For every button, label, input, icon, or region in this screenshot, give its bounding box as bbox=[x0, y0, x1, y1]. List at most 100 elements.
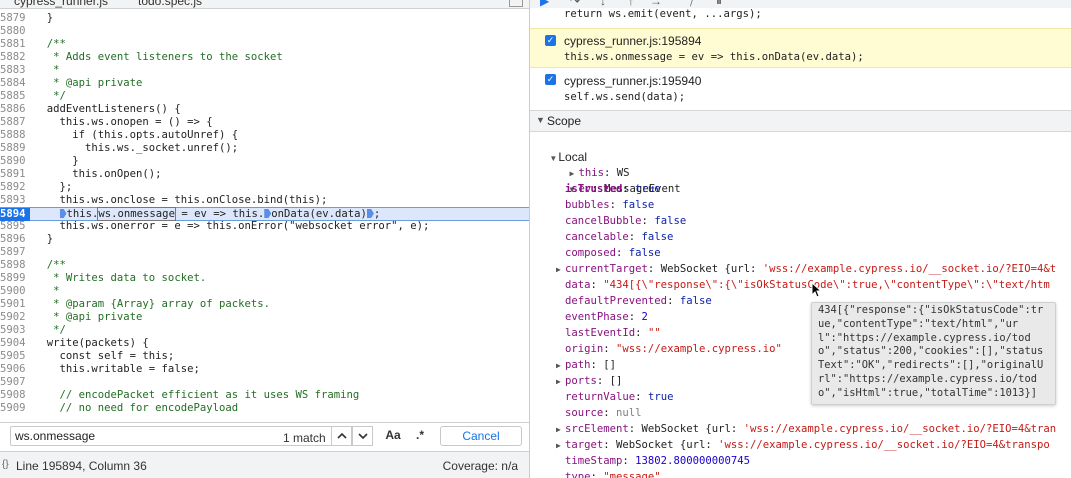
scope-property-row[interactable]: cancelBubble: false bbox=[556, 213, 686, 229]
scope-property-row[interactable]: type: "message" bbox=[556, 469, 661, 478]
line-number[interactable]: 5902 bbox=[0, 311, 30, 324]
code-line[interactable]: 5895 this.ws.onerror = e => this.onError… bbox=[0, 220, 529, 233]
code-line[interactable]: 5890 } bbox=[0, 155, 529, 168]
code-line[interactable]: 5886 addEventListeners() { bbox=[0, 103, 529, 116]
deactivate-breakpoints-icon[interactable]: ⧸ bbox=[690, 0, 694, 8]
code-line[interactable]: 5885 */ bbox=[0, 90, 529, 103]
toggle-sidebar-icon[interactable] bbox=[509, 0, 523, 7]
line-number[interactable]: 5896 bbox=[0, 233, 30, 246]
previous-match-button[interactable] bbox=[331, 426, 352, 446]
line-number[interactable]: 5904 bbox=[0, 337, 30, 350]
scope-property-row[interactable]: lastEventId: "" bbox=[556, 325, 661, 341]
scope-property-row[interactable]: eventPhase: 2 bbox=[556, 309, 648, 325]
code-line[interactable]: 5904 write(packets) { bbox=[0, 337, 529, 350]
line-number[interactable]: 5879 bbox=[0, 12, 30, 25]
code-line[interactable]: 5891 this.onOpen(); bbox=[0, 168, 529, 181]
line-number[interactable]: 5907 bbox=[0, 376, 30, 389]
code-line[interactable]: 5897 bbox=[0, 246, 529, 259]
tab-todo-spec[interactable]: todo.spec.js bbox=[138, 0, 202, 8]
scope-property-row[interactable]: data: "434[{\"response\":{\"isOkStatusCo… bbox=[556, 277, 1050, 293]
breakpoint-checkbox[interactable]: ✓ bbox=[545, 35, 556, 46]
step-into-icon[interactable]: ↓ bbox=[600, 0, 606, 8]
code-line[interactable]: 5901 * @param {Array} array of packets. bbox=[0, 298, 529, 311]
scope-property-row[interactable]: ▶ srcElement: WebSocket {url: 'wss://exam… bbox=[556, 421, 1056, 437]
code-line[interactable]: 5905 const self = this; bbox=[0, 350, 529, 363]
step-icon[interactable]: → bbox=[650, 0, 662, 8]
breakpoint-item-hit[interactable]: ✓ cypress_runner.js:195894 this.ws.onmes… bbox=[530, 28, 1071, 68]
scope-local[interactable]: ▼Local bbox=[536, 133, 587, 164]
breakpoint-item[interactable]: ✓ cypress_runner.js:195940 self.ws.send(… bbox=[530, 68, 1071, 108]
scope-property-row[interactable]: returnValue: true bbox=[556, 389, 673, 405]
scope-ev[interactable]: ▼ ev: MessageEvent bbox=[544, 165, 681, 195]
code-line[interactable]: 5903 */ bbox=[0, 324, 529, 337]
scope-property-row[interactable]: timeStamp: 13802.800000000745 bbox=[556, 453, 750, 469]
code-line[interactable]: 5887 this.ws.onopen = () => { bbox=[0, 116, 529, 129]
code-line[interactable]: 5893 this.ws.onclose = this.onClose.bind… bbox=[0, 194, 529, 207]
inline-breakpoint-icon[interactable] bbox=[366, 209, 374, 218]
pretty-print-icon[interactable]: {} bbox=[2, 459, 9, 470]
code-line[interactable]: 5907 bbox=[0, 376, 529, 389]
code-line[interactable]: 5884 * @api private bbox=[0, 77, 529, 90]
code-line[interactable]: 5900 * bbox=[0, 285, 529, 298]
current-code-line[interactable]: 5894 this.ws.onmessage = ev => this. onDa… bbox=[0, 207, 529, 221]
code-line[interactable]: 5879 } bbox=[0, 12, 529, 25]
line-number[interactable]: 5886 bbox=[0, 103, 30, 116]
step-over-icon[interactable]: ↷ bbox=[570, 0, 580, 8]
line-number[interactable]: 5901 bbox=[0, 298, 30, 311]
breakpoint-location[interactable]: cypress_runner.js:195894 bbox=[564, 34, 701, 48]
code-line[interactable]: 5883 * bbox=[0, 64, 529, 77]
code-line[interactable]: 5908 // encodePacket efficient as it use… bbox=[0, 389, 529, 402]
line-number[interactable]: 5888 bbox=[0, 129, 30, 142]
code-line[interactable]: 5899 * Writes data to socket. bbox=[0, 272, 529, 285]
code-line[interactable]: 5892 }; bbox=[0, 181, 529, 194]
step-out-icon[interactable]: ↑ bbox=[628, 0, 634, 8]
scope-this[interactable]: ▶ this: WS bbox=[544, 149, 630, 179]
code-line[interactable]: 5896 } bbox=[0, 233, 529, 246]
line-number[interactable]: 5897 bbox=[0, 246, 30, 259]
line-number[interactable]: 5909 bbox=[0, 402, 30, 415]
scope-property-row[interactable]: ▶ path: [] bbox=[556, 357, 616, 373]
line-number[interactable]: 5880 bbox=[0, 25, 30, 38]
code-line[interactable]: 5888 if (this.opts.autoUnref) { bbox=[0, 129, 529, 142]
inline-breakpoint-icon[interactable] bbox=[59, 209, 67, 218]
scope-property-row[interactable]: ▶ currentTarget: WebSocket {url: 'wss://e… bbox=[556, 261, 1056, 277]
line-number[interactable]: 5882 bbox=[0, 51, 30, 64]
breakpoint-checkbox[interactable]: ✓ bbox=[545, 74, 556, 85]
scope-property-row[interactable]: source: null bbox=[556, 405, 642, 421]
line-number[interactable]: 5881 bbox=[0, 38, 30, 51]
code-view[interactable]: 5879 } 5880 5881 /** 5882 * Adds event list… bbox=[0, 8, 529, 422]
line-number[interactable]: 5898 bbox=[0, 259, 30, 272]
cancel-search-button[interactable]: Cancel bbox=[440, 426, 522, 446]
line-number[interactable]: 5905 bbox=[0, 350, 30, 363]
scope-property-row[interactable]: ▶ ports: [] bbox=[556, 373, 622, 389]
scope-property-row[interactable]: cancelable: false bbox=[556, 229, 673, 245]
match-case-button[interactable]: Aa bbox=[383, 426, 403, 446]
line-number[interactable]: 5908 bbox=[0, 389, 30, 402]
line-number[interactable]: 5891 bbox=[0, 168, 30, 181]
line-number[interactable]: 5893 bbox=[0, 194, 30, 207]
pause-on-exceptions-icon[interactable]: ⏸ bbox=[716, 0, 722, 8]
regex-button[interactable]: .* bbox=[410, 426, 430, 446]
code-line[interactable]: 5882 * Adds event listeners to the socke… bbox=[0, 51, 529, 64]
code-line[interactable]: 5880 bbox=[0, 25, 529, 38]
code-line[interactable]: 5889 this.ws._socket.unref(); bbox=[0, 142, 529, 155]
scope-property-row[interactable]: isTrusted: true bbox=[556, 181, 661, 197]
scope-property-row[interactable]: defaultPrevented: false bbox=[556, 293, 712, 309]
code-line[interactable]: 5902 * @api private bbox=[0, 311, 529, 324]
scope-property-row[interactable]: ▶ target: WebSocket {url: 'wss://example.… bbox=[556, 437, 1050, 453]
code-line[interactable]: 5906 this.writable = false; bbox=[0, 363, 529, 376]
code-line[interactable]: 5881 /** bbox=[0, 38, 529, 51]
code-line[interactable]: 5909 // no need for encodePayload bbox=[0, 402, 529, 415]
line-number[interactable]: 5892 bbox=[0, 181, 30, 194]
code-line[interactable]: 5898 /** bbox=[0, 259, 529, 272]
line-number[interactable]: 5883 bbox=[0, 64, 30, 77]
scope-property-row[interactable]: bubbles: false bbox=[556, 197, 654, 213]
next-match-button[interactable] bbox=[352, 426, 373, 446]
line-number[interactable]: 5903 bbox=[0, 324, 30, 337]
breakpoint-location[interactable]: cypress_runner.js:195940 bbox=[564, 74, 701, 88]
line-number[interactable]: 5887 bbox=[0, 116, 30, 129]
resume-icon[interactable]: ▶ bbox=[540, 0, 549, 8]
line-number[interactable]: 5895 bbox=[0, 220, 30, 233]
scope-property-row[interactable]: composed: false bbox=[556, 245, 661, 261]
line-number[interactable]: 5906 bbox=[0, 363, 30, 376]
